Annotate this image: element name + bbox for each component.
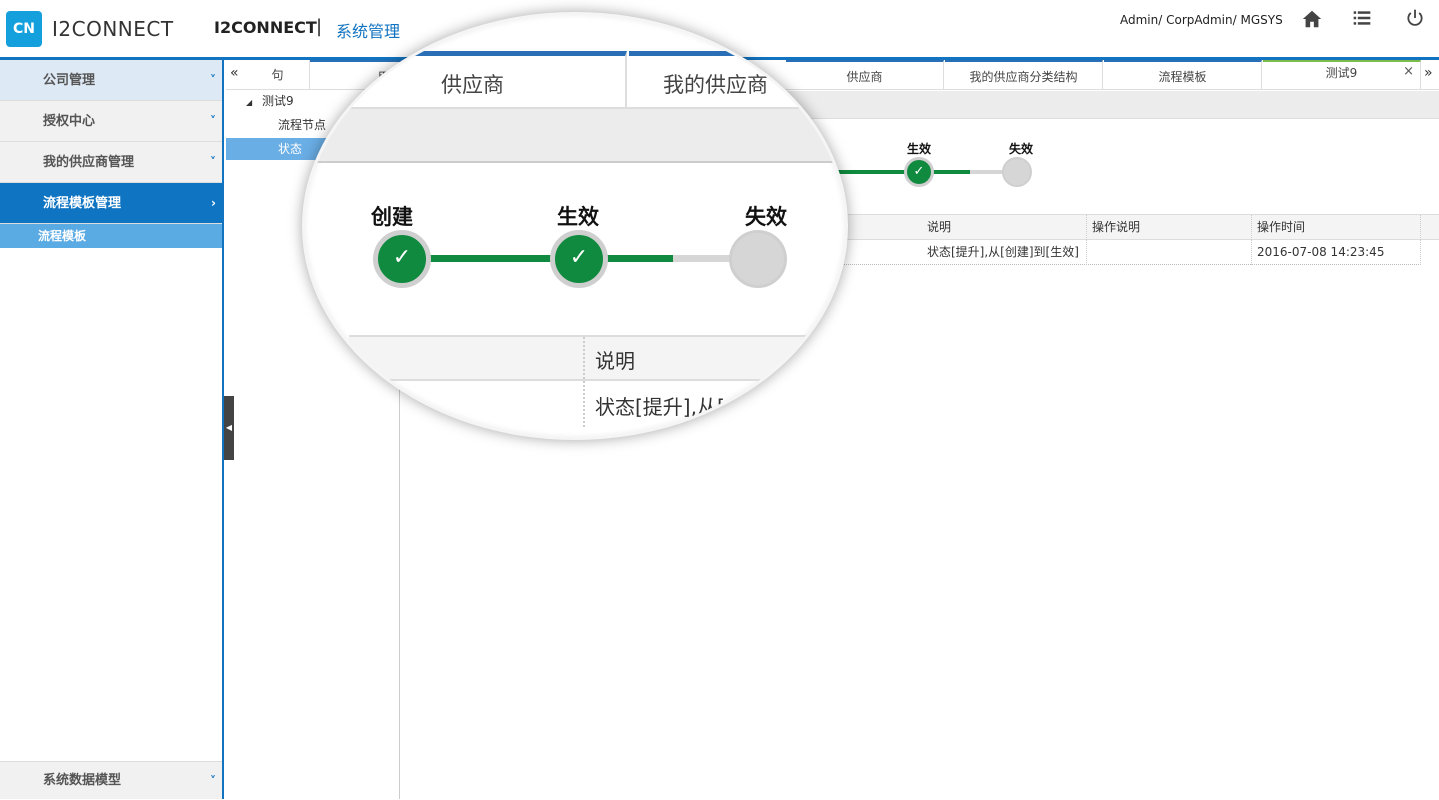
magnified-row-text: 状态[提升],从[ <box>595 395 725 419</box>
tab-supplier-category[interactable]: 我的供应商分类结构 <box>945 60 1103 89</box>
chevron-down-icon: ˅ <box>210 114 216 128</box>
close-icon[interactable]: × <box>1403 61 1414 83</box>
home-icon[interactable] <box>1300 8 1324 32</box>
chevron-right-icon: › <box>211 196 216 210</box>
sidebar-item-label: 系统数据模型 <box>43 773 122 788</box>
magnified-step-check-icon: ✓ <box>550 230 608 288</box>
column-header-op-desc: 操作说明 <box>1087 215 1252 240</box>
tab-scroll-right-icon[interactable]: » <box>1424 65 1433 81</box>
sidebar: 公司管理 ˅ 授权中心 ˅ 我的供应商管理 ˅ 流程模板管理 › 流程模板 系统… <box>0 60 224 799</box>
magnified-toolbar-strip <box>305 107 845 163</box>
chevron-down-icon: ˅ <box>210 774 216 788</box>
magnified-step-label: 创建 <box>371 205 413 229</box>
sidebar-item-auth[interactable]: 授权中心 ˅ <box>0 101 222 142</box>
column-header-desc: 说明 <box>922 215 1087 240</box>
tree-node-label: 状态 <box>278 142 303 156</box>
step-label-inactive: 失效 <box>1009 142 1034 156</box>
step-inactive-circle <box>1002 157 1032 187</box>
tab-scroll-left-icon[interactable]: « <box>230 65 239 81</box>
magnified-tab-label: 我的供应商 <box>663 73 768 97</box>
sidebar-item-suppliers[interactable]: 我的供应商管理 ˅ <box>0 142 222 183</box>
magnified-tab-my-suppliers: 我的供应商 <box>629 51 845 107</box>
tab-workflow-template[interactable]: 流程模板 <box>1104 60 1262 89</box>
cell-op-desc <box>1087 240 1252 265</box>
tab-label: 句 <box>271 68 284 82</box>
magnified-col-divider <box>583 337 585 427</box>
magnified-step-label: 失效 <box>745 205 787 229</box>
logo-icon: CN <box>6 11 42 47</box>
magnified-step-check-icon: ✓ <box>373 230 431 288</box>
chevron-down-icon: ˅ <box>210 73 216 87</box>
status-progress: 生效 失效 ✓ <box>820 140 1060 200</box>
tab-label: 供应商 <box>846 70 883 84</box>
tab-label: 我的供应商分类结构 <box>969 70 1078 84</box>
step-label-active: 生效 <box>907 142 932 156</box>
magnified-tab-suppliers: 供应商 <box>305 51 627 107</box>
magnified-tab-label: 供应商 <box>441 73 504 97</box>
tab-label: 测试9 <box>1325 66 1358 80</box>
sidebar-subitem-workflow-template[interactable]: 流程模板 <box>0 224 222 248</box>
logo-text: I2CONNECT <box>52 17 174 41</box>
title-separator: | <box>316 16 323 37</box>
cell-desc: 状态[提升],从[创建]到[生效] <box>922 240 1087 265</box>
cell-op-time: 2016-07-08 14:23:45 <box>1252 240 1421 265</box>
tab-partial[interactable]: 句 <box>246 60 310 89</box>
tab-label: 流程模板 <box>1158 70 1207 84</box>
sidebar-item-label: 我的供应商管理 <box>43 155 135 170</box>
sidebar-item-label: 授权中心 <box>43 114 96 129</box>
progress-bar-done <box>820 170 970 174</box>
list-icon[interactable] <box>1350 8 1374 32</box>
column-header-op-time: 操作时间 <box>1252 215 1421 240</box>
magnifier-overlay: 供应商 我的供应商 创建 生效 失效 ✓ ✓ 说明 状态[提升],从[ <box>302 12 848 440</box>
sidebar-item-label: 公司管理 <box>43 73 96 88</box>
sidebar-item-company[interactable]: 公司管理 ˅ <box>0 60 222 101</box>
sidebar-item-label: 流程模板管理 <box>43 196 122 211</box>
magnified-progress-bar-done <box>401 255 673 262</box>
app-title: I2CONNECT <box>214 18 317 37</box>
tree-node-root[interactable]: ◢ 测试9 <box>246 90 294 112</box>
user-info[interactable]: Admin/ CorpAdmin/ MGSYS <box>1120 13 1283 27</box>
sidebar-item-data-model[interactable]: 系统数据模型 ˅ <box>0 761 222 799</box>
tab-test9[interactable]: 测试9 × <box>1263 60 1421 89</box>
sidebar-item-workflow[interactable]: 流程模板管理 › <box>0 183 222 224</box>
magnified-table-header <box>349 335 829 427</box>
app-subtitle[interactable]: 系统管理 <box>336 18 400 42</box>
power-icon[interactable] <box>1403 8 1427 32</box>
step-active-check-icon: ✓ <box>904 157 934 187</box>
chevron-down-icon: ˅ <box>210 155 216 169</box>
magnified-col-header: 说明 <box>595 349 635 373</box>
expand-triangle-icon[interactable]: ◢ <box>246 98 252 107</box>
magnified-step-label: 生效 <box>557 205 599 229</box>
magnified-step-circle <box>729 230 787 288</box>
tree-node-label: 测试9 <box>261 94 294 108</box>
